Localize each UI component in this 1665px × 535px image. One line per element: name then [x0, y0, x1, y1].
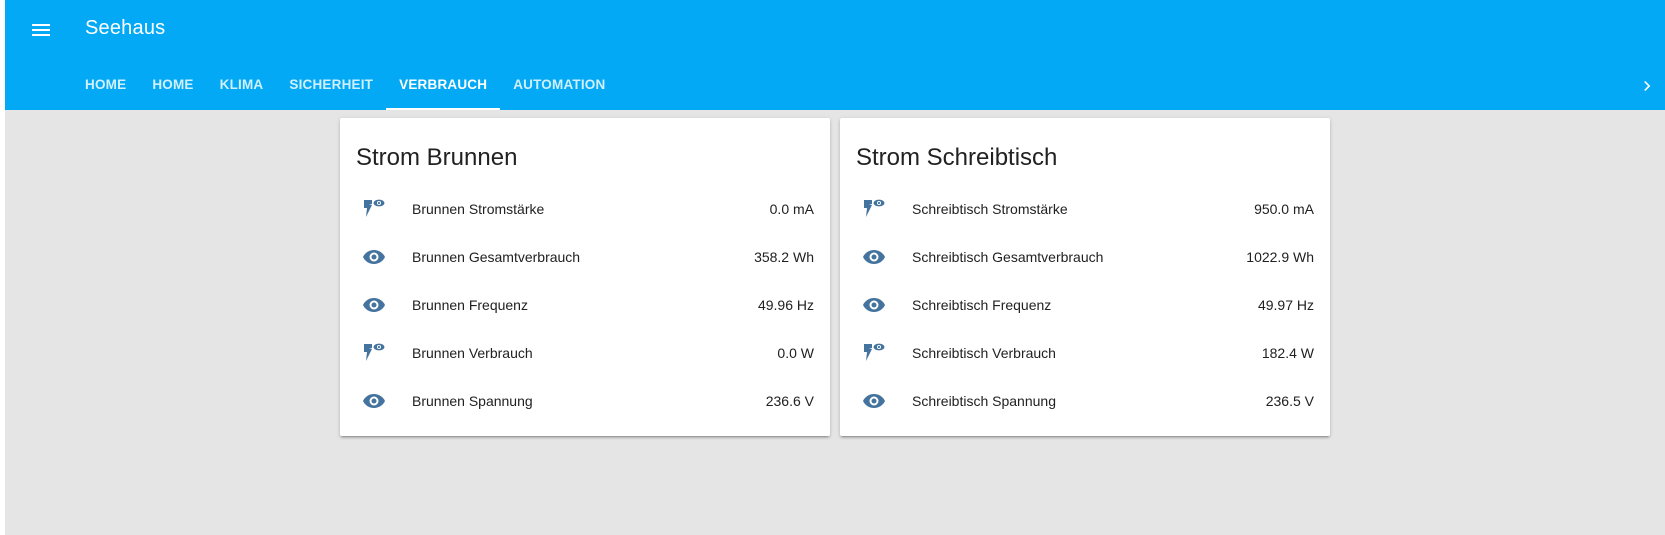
entity-name: Schreibtisch Spannung	[912, 393, 1056, 409]
entity-name: Brunnen Stromstärke	[412, 201, 545, 217]
app-title: Seehaus	[85, 17, 166, 39]
entity-value: 0.0 W	[777, 345, 814, 361]
entity-name: Schreibtisch Frequenz	[912, 297, 1052, 313]
entity-name: Schreibtisch Stromstärke	[912, 201, 1068, 217]
tab-home-1[interactable]: HOME	[72, 64, 139, 110]
eye-icon	[862, 245, 886, 269]
entity-value: 358.2 Wh	[754, 249, 814, 265]
entity-value: 236.5 V	[1265, 393, 1314, 409]
entity-value: 236.6 V	[765, 393, 814, 409]
flash-eye-icon	[862, 197, 886, 221]
entity-list: Schreibtisch Stromstärke 950.0 mA Schrei…	[840, 185, 1330, 425]
view-tabs: HOME HOME KLIMA SICHERHEIT VERBRAUCH AUT…	[72, 64, 618, 110]
entity-row[interactable]: Schreibtisch Stromstärke 950.0 mA	[840, 185, 1330, 233]
entity-row[interactable]: Brunnen Gesamtverbrauch 358.2 Wh	[340, 233, 830, 281]
eye-icon	[362, 293, 386, 317]
entity-value: 182.4 W	[1261, 345, 1314, 361]
card-title: Strom Brunnen	[356, 144, 518, 171]
flash-eye-icon	[362, 197, 386, 221]
flash-eye-icon	[362, 341, 386, 365]
app-header: Seehaus HOME HOME KLIMA SICHERHEIT VERBR…	[5, 0, 1665, 110]
entity-list: Brunnen Stromstärke 0.0 mA Brunnen Gesam…	[340, 185, 830, 425]
app-root: Seehaus HOME HOME KLIMA SICHERHEIT VERBR…	[5, 0, 1665, 535]
tab-sicherheit[interactable]: SICHERHEIT	[276, 64, 386, 110]
chevron-right-icon[interactable]	[1633, 72, 1661, 100]
entity-row[interactable]: Schreibtisch Gesamtverbrauch 1022.9 Wh	[840, 233, 1330, 281]
entity-value: 49.97 Hz	[1257, 297, 1314, 313]
entity-name: Brunnen Frequenz	[412, 297, 528, 313]
card-title: Strom Schreibtisch	[856, 144, 1058, 171]
entity-row[interactable]: Brunnen Frequenz 49.96 Hz	[340, 281, 830, 329]
flash-eye-icon	[862, 341, 886, 365]
entity-row[interactable]: Brunnen Stromstärke 0.0 mA	[340, 185, 830, 233]
entity-row[interactable]: Brunnen Spannung 236.6 V	[340, 377, 830, 425]
entity-name: Schreibtisch Gesamtverbrauch	[912, 249, 1104, 265]
eye-icon	[862, 293, 886, 317]
entity-value: 950.0 mA	[1254, 201, 1314, 217]
entity-value: 0.0 mA	[769, 201, 814, 217]
entity-row[interactable]: Schreibtisch Spannung 236.5 V	[840, 377, 1330, 425]
entity-name: Brunnen Gesamtverbrauch	[412, 249, 581, 265]
tab-verbrauch[interactable]: VERBRAUCH	[386, 64, 501, 110]
card-strom-schreibtisch: Strom Schreibtisch Schreibtisch Stromstä…	[840, 118, 1330, 436]
card-strom-brunnen: Strom Brunnen Brunnen Stromstärke 0.0 mA…	[340, 118, 830, 436]
menu-icon[interactable]	[25, 14, 57, 46]
entity-name: Schreibtisch Verbrauch	[912, 345, 1056, 361]
entity-row[interactable]: Schreibtisch Frequenz 49.97 Hz	[840, 281, 1330, 329]
eye-icon	[362, 389, 386, 413]
entity-row[interactable]: Brunnen Verbrauch 0.0 W	[340, 329, 830, 377]
tab-klima[interactable]: KLIMA	[207, 64, 277, 110]
entity-name: Brunnen Verbrauch	[412, 345, 533, 361]
entity-value: 1022.9 Wh	[1246, 249, 1314, 265]
tab-home-2[interactable]: HOME	[139, 64, 206, 110]
eye-icon	[362, 245, 386, 269]
entity-row[interactable]: Schreibtisch Verbrauch 182.4 W	[840, 329, 1330, 377]
entity-name: Brunnen Spannung	[412, 393, 533, 409]
eye-icon	[862, 389, 886, 413]
entity-value: 49.96 Hz	[757, 297, 814, 313]
tab-automation[interactable]: AUTOMATION	[500, 64, 618, 110]
